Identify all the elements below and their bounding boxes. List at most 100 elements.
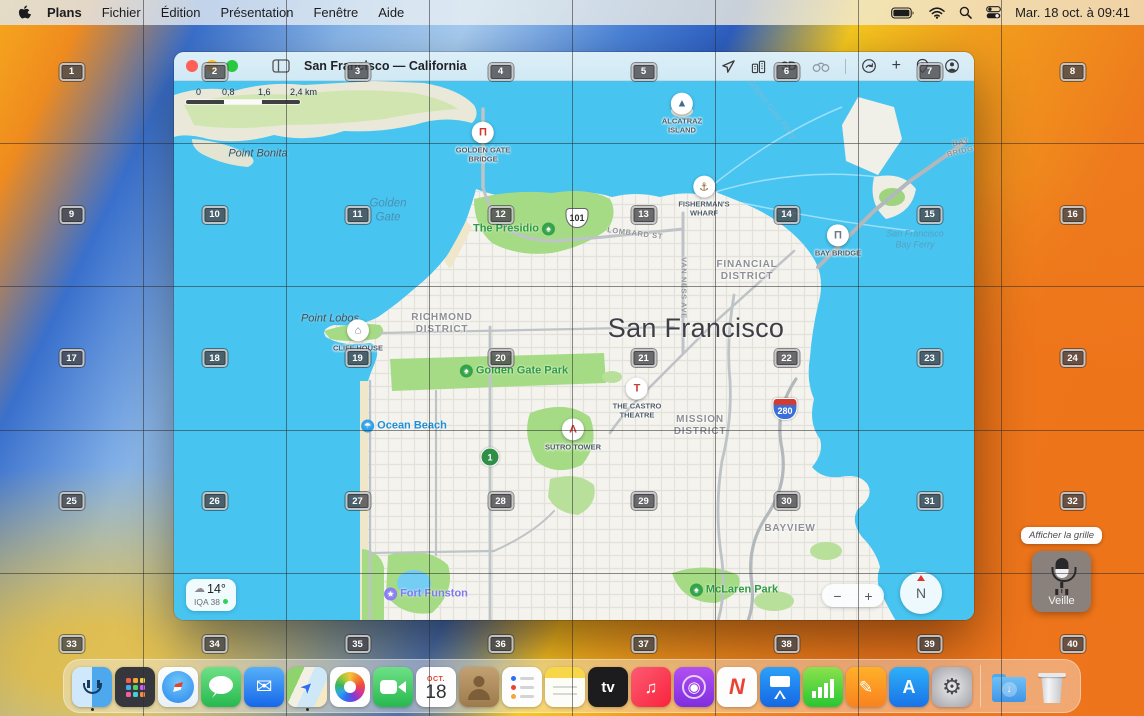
marker-pin-icon[interactable] bbox=[916, 58, 929, 74]
map-label: FINANCIAL DISTRICT bbox=[716, 259, 777, 283]
map-mode-icon[interactable] bbox=[751, 59, 766, 74]
pages-app-icon[interactable]: ✎ bbox=[846, 667, 886, 707]
apple-menu-icon[interactable] bbox=[18, 5, 31, 20]
menu-item-fichier[interactable]: Fichier bbox=[92, 5, 151, 20]
zoom-out-button[interactable]: − bbox=[822, 588, 853, 604]
map-label[interactable]: ♠McLaren Park bbox=[690, 584, 778, 597]
dock-trash[interactable] bbox=[1032, 667, 1072, 707]
voice-control-button[interactable]: Veille bbox=[1032, 551, 1091, 612]
window-titlebar[interactable]: San Francisco — California 3D + bbox=[174, 52, 974, 81]
highway-shield-1: 1 bbox=[481, 448, 500, 467]
minimize-button[interactable] bbox=[206, 60, 218, 72]
dock-numbers[interactable] bbox=[803, 667, 843, 707]
maps-app-icon[interactable]: ➤ bbox=[287, 667, 327, 707]
control-center-icon[interactable] bbox=[986, 6, 1001, 19]
sidebar-toggle-icon[interactable] bbox=[272, 59, 290, 73]
tv-app-icon[interactable]: tv bbox=[588, 667, 628, 707]
numbers-app-icon[interactable] bbox=[803, 667, 843, 707]
bay-bridge-icon[interactable]: Π bbox=[827, 224, 849, 246]
menu-item-fenêtre[interactable]: Fenêtre bbox=[303, 5, 368, 20]
news-app-icon[interactable]: N bbox=[717, 667, 757, 707]
dock-notes[interactable] bbox=[545, 667, 585, 707]
3d-button[interactable]: 3D bbox=[781, 59, 796, 73]
fullscreen-button[interactable] bbox=[226, 60, 238, 72]
map-label[interactable]: ♠Golden Gate Park bbox=[460, 365, 568, 378]
trash-app-icon[interactable] bbox=[1032, 667, 1072, 707]
poi-label: THE CASTRO THEATRE bbox=[613, 402, 662, 421]
beach-icon: ☂ bbox=[361, 420, 374, 433]
map-label[interactable]: ☂Ocean Beach bbox=[361, 420, 447, 433]
castro-theatre-icon[interactable]: T bbox=[626, 378, 648, 400]
photos-app-icon[interactable] bbox=[330, 667, 370, 707]
map-canvas[interactable]: Point BonitaGolden GateThe Presidio♠Gold… bbox=[174, 81, 974, 620]
dock-appstore[interactable]: A bbox=[889, 667, 929, 707]
dock-news[interactable]: N bbox=[717, 667, 757, 707]
dock-pages[interactable]: ✎ bbox=[846, 667, 886, 707]
current-location-icon[interactable] bbox=[721, 59, 736, 74]
account-icon[interactable] bbox=[944, 58, 960, 74]
poi: ⌂CLIFF HOUSE bbox=[333, 319, 383, 352]
menu-item-plans[interactable]: Plans bbox=[37, 5, 92, 20]
dock-launchpad[interactable] bbox=[115, 667, 155, 707]
cliff-house-icon[interactable]: ⌂ bbox=[347, 319, 369, 341]
dock-music[interactable]: ♫ bbox=[631, 667, 671, 707]
dock-keynote[interactable] bbox=[760, 667, 800, 707]
facetime-app-icon[interactable] bbox=[373, 667, 413, 707]
finder-app-icon[interactable] bbox=[72, 667, 112, 707]
map-label: LOMBARD ST bbox=[607, 226, 664, 242]
map-label[interactable]: ★Fort Funston bbox=[384, 588, 468, 601]
map-label[interactable]: The Presidio♠ bbox=[473, 223, 555, 236]
dock-mail[interactable]: ✉ bbox=[244, 667, 284, 707]
appstore-app-icon[interactable]: A bbox=[889, 667, 929, 707]
dock-facetime[interactable] bbox=[373, 667, 413, 707]
dock-settings[interactable]: ⚙ bbox=[932, 667, 972, 707]
podcasts-app-icon[interactable]: ◉ bbox=[674, 667, 714, 707]
settings-app-icon[interactable]: ⚙ bbox=[932, 667, 972, 707]
dock-maps[interactable]: ➤ bbox=[287, 667, 327, 707]
menu-item-présentation[interactable]: Présentation bbox=[210, 5, 303, 20]
add-icon[interactable]: + bbox=[892, 58, 901, 74]
messages-app-icon[interactable] bbox=[201, 667, 241, 707]
voice-control-widget: Afficher la grille Veille bbox=[1021, 527, 1102, 612]
sutro-tower-icon[interactable]: Λ bbox=[562, 418, 584, 440]
share-icon[interactable] bbox=[861, 58, 877, 74]
compass[interactable]: N bbox=[900, 572, 942, 614]
menu-item-édition[interactable]: Édition bbox=[151, 5, 211, 20]
dock-messages[interactable] bbox=[201, 667, 241, 707]
weather-widget[interactable]: ☁14° IQA 38 bbox=[186, 579, 236, 611]
wifi-icon[interactable] bbox=[929, 7, 945, 19]
dock-safari[interactable] bbox=[158, 667, 198, 707]
close-button[interactable] bbox=[186, 60, 198, 72]
look-around-binoculars-icon[interactable] bbox=[812, 60, 830, 73]
dock-photos[interactable] bbox=[330, 667, 370, 707]
dock-downloads[interactable]: ↓ bbox=[989, 667, 1029, 707]
reminders-app-icon[interactable] bbox=[502, 667, 542, 707]
keynote-app-icon[interactable] bbox=[760, 667, 800, 707]
fishermans-wharf-icon[interactable]: ⚓ bbox=[693, 176, 715, 198]
mail-app-icon[interactable]: ✉ bbox=[244, 667, 284, 707]
calendar-app-icon[interactable]: OCT.18 bbox=[416, 667, 456, 707]
notes-app-icon[interactable] bbox=[545, 667, 585, 707]
alcatraz-lighthouse-icon[interactable]: ▲ bbox=[671, 93, 693, 115]
dock-calendar[interactable]: OCT.18 bbox=[416, 667, 456, 707]
launchpad-app-icon[interactable] bbox=[115, 667, 155, 707]
tree-icon: ♠ bbox=[542, 223, 555, 236]
safari-app-icon[interactable] bbox=[158, 667, 198, 707]
dock-tv[interactable]: tv bbox=[588, 667, 628, 707]
poi-label: ALCATRAZ ISLAND bbox=[662, 117, 702, 136]
contacts-app-icon[interactable] bbox=[459, 667, 499, 707]
dock-finder[interactable] bbox=[72, 667, 112, 707]
menu-item-aide[interactable]: Aide bbox=[368, 5, 414, 20]
spotlight-search-icon[interactable] bbox=[959, 6, 972, 19]
dock-podcasts[interactable]: ◉ bbox=[674, 667, 714, 707]
dock-contacts[interactable] bbox=[459, 667, 499, 707]
golden-gate-bridge-icon[interactable]: Π bbox=[472, 122, 494, 144]
menu-clock[interactable]: Mar. 18 oct. à 09:41 bbox=[1015, 5, 1130, 20]
poi-label: GOLDEN GATE BRIDGE bbox=[456, 146, 510, 165]
zoom-in-button[interactable]: + bbox=[853, 588, 884, 604]
menu-items: PlansFichierÉditionPrésentationFenêtreAi… bbox=[37, 5, 414, 20]
dock-reminders[interactable] bbox=[502, 667, 542, 707]
downloads-app-icon[interactable]: ↓ bbox=[989, 667, 1029, 707]
battery-icon[interactable] bbox=[891, 7, 915, 19]
music-app-icon[interactable]: ♫ bbox=[631, 667, 671, 707]
